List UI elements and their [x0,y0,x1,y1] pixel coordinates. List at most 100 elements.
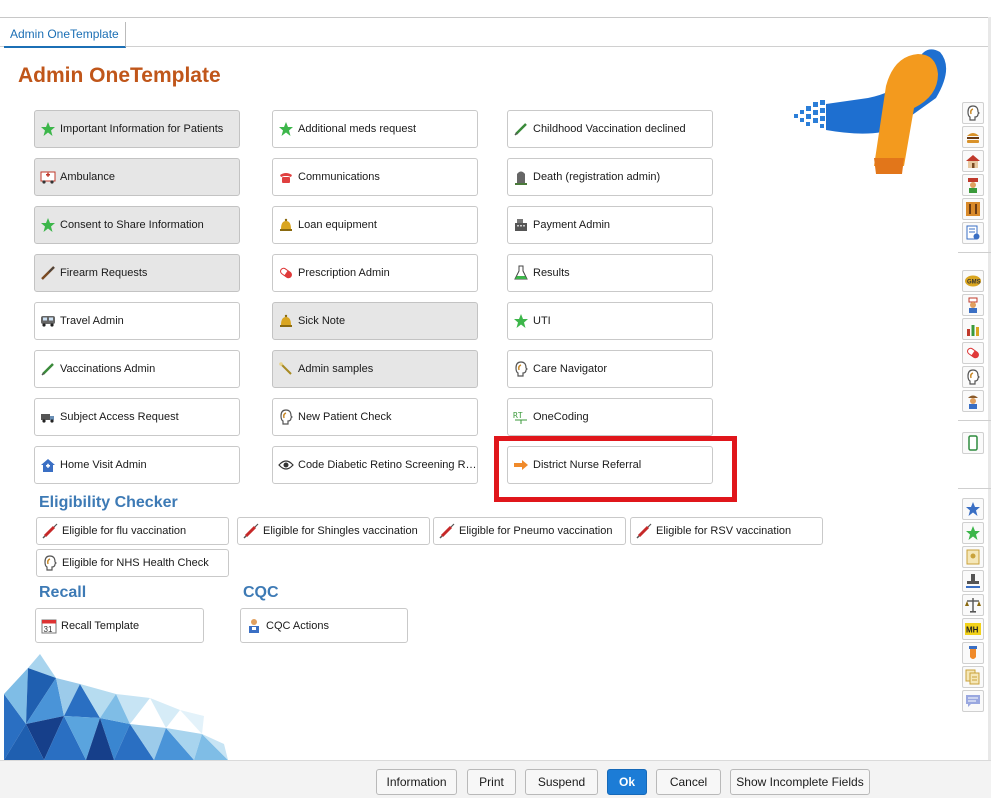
important-information-button[interactable]: Important Information for Patients [34,110,240,148]
uti-button[interactable]: UTI [507,302,713,340]
documents-icon[interactable] [962,666,984,688]
recall-template-button[interactable]: 31 Recall Template [35,608,204,643]
gms-icon[interactable]: GMS [962,270,984,292]
button-label: Childhood Vaccination declined [533,123,686,135]
care-navigator-button[interactable]: Care Navigator [507,350,713,388]
button-label: Eligible for RSV vaccination [656,525,792,537]
clinician-icon[interactable] [962,174,984,196]
message-icon[interactable] [962,690,984,712]
results-button[interactable]: Results [507,254,713,292]
eligible-pneumo-button[interactable]: Eligible for Pneumo vaccination [433,517,626,545]
button-label: New Patient Check [298,411,392,423]
toolbar-separator [958,420,991,421]
additional-meds-request-button[interactable]: Additional meds request [272,110,478,148]
svg-text:MH: MH [966,626,979,635]
telephone-icon [277,168,295,186]
syringe-red-icon [438,522,456,540]
green-star-icon [39,216,57,234]
clipboard-person-icon [245,617,263,635]
button-label: Results [533,267,570,279]
stamp-icon[interactable] [962,570,984,592]
communications-button[interactable]: Communications [272,158,478,196]
button-label: Eligible for Shingles vaccination [263,525,418,537]
patient-icon[interactable] [962,390,984,412]
loan-equipment-button[interactable]: Loan equipment [272,206,478,244]
button-label: Sick Note [298,315,346,327]
certificate-icon[interactable] [962,546,984,568]
svg-text:31: 31 [44,625,53,634]
green-star-icon [277,120,295,138]
nurse-icon[interactable] [962,294,984,316]
button-label: Consent to Share Information [60,219,204,231]
pill-icon[interactable] [962,342,984,364]
page-title: Admin OneTemplate [18,64,221,87]
eligible-flu-button[interactable]: Eligible for flu vaccination [36,517,229,545]
information-button[interactable]: Information [376,769,457,795]
mental-health-icon[interactable]: MH [962,618,984,640]
blue-star-icon[interactable] [962,498,984,520]
eligible-shingles-button[interactable]: Eligible for Shingles vaccination [237,517,430,545]
bell-icon [277,216,295,234]
test-tube-icon[interactable] [962,642,984,664]
pill-icon [277,264,295,282]
window-top-strip [0,0,991,17]
mobile-phone-icon[interactable] [962,432,984,454]
suspend-button[interactable]: Suspend [525,769,598,795]
head-profile-icon[interactable] [962,102,984,124]
green-star-icon[interactable] [962,522,984,544]
logo-ribbon-orange [874,54,938,166]
print-button[interactable]: Print [467,769,516,795]
code-diabetic-retino-button[interactable]: Code Diabetic Retino Screening Re... [272,446,478,484]
show-incomplete-fields-button[interactable]: Show Incomplete Fields [730,769,870,795]
home-visit-icon [39,456,57,474]
swab-icon [277,360,295,378]
button-label: OneCoding [533,411,589,423]
tab-bar: Admin OneTemplate [0,17,991,48]
button-label: Payment Admin [533,219,611,231]
childhood-vaccination-declined-button[interactable]: Childhood Vaccination declined [507,110,713,148]
cash-register-icon [512,216,530,234]
button-label: Travel Admin [60,315,124,327]
eligible-rsv-button[interactable]: Eligible for RSV vaccination [630,517,823,545]
new-patient-check-button[interactable]: New Patient Check [272,398,478,436]
calendar-icon: 31 [40,617,58,635]
button-label: Eligible for NHS Health Check [62,557,209,569]
admin-samples-button[interactable]: Admin samples [272,350,478,388]
document-check-icon[interactable] [962,222,984,244]
cqc-actions-button[interactable]: CQC Actions [240,608,408,643]
vaccinations-admin-button[interactable]: Vaccinations Admin [34,350,240,388]
head-profile-icon [41,554,59,572]
subject-access-request-button[interactable]: Subject Access Request [34,398,240,436]
button-label: CQC Actions [266,619,329,632]
scales-icon[interactable] [962,594,984,616]
firearm-requests-button[interactable]: Firearm Requests [34,254,240,292]
cancel-button[interactable]: Cancel [656,769,721,795]
ribbon-logo [794,49,947,174]
ok-button[interactable]: Ok [607,769,647,795]
syringe-red-icon [635,522,653,540]
sick-note-button[interactable]: Sick Note [272,302,478,340]
triangle-mosaic-decoration [4,654,228,760]
burger-icon[interactable] [962,126,984,148]
film-icon[interactable] [962,198,984,220]
death-registration-admin-button[interactable]: Death (registration admin) [507,158,713,196]
house-icon[interactable] [962,150,984,172]
eye-icon [277,456,295,474]
consent-to-share-button[interactable]: Consent to Share Information [34,206,240,244]
payment-admin-button[interactable]: Payment Admin [507,206,713,244]
onecoding-button[interactable]: RT OneCoding [507,398,713,436]
chart-icon[interactable] [962,318,984,340]
highlight-box [494,436,737,502]
head-profile-icon[interactable] [962,366,984,388]
green-star-icon [39,120,57,138]
travel-admin-button[interactable]: Travel Admin [34,302,240,340]
toolbar-separator [958,252,991,253]
button-label: Eligible for flu vaccination [62,525,187,537]
home-visit-admin-button[interactable]: Home Visit Admin [34,446,240,484]
prescription-admin-button[interactable]: Prescription Admin [272,254,478,292]
head-profile-icon [512,360,530,378]
eligible-nhs-health-check-button[interactable]: Eligible for NHS Health Check [36,549,229,577]
ambulance-button[interactable]: Ambulance [34,158,240,196]
tab-admin-onetemplate[interactable]: Admin OneTemplate [4,22,126,48]
recall-heading: Recall [39,584,87,601]
